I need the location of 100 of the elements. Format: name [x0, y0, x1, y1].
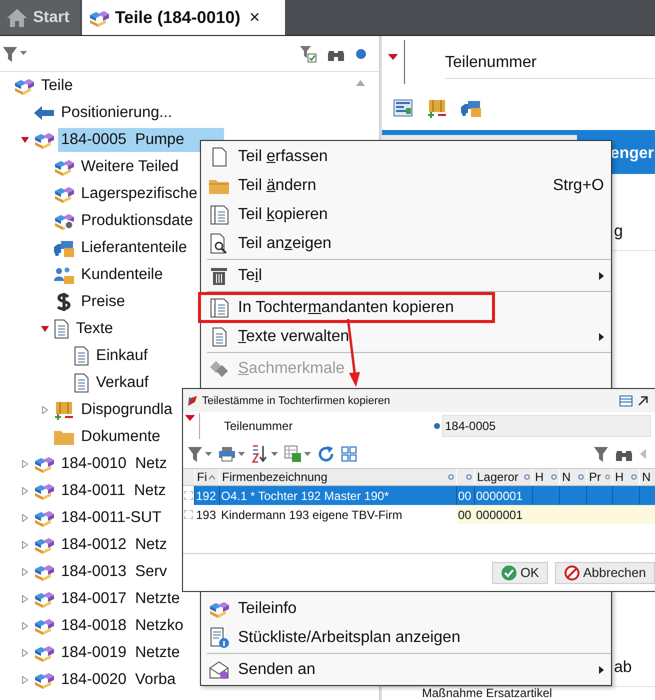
filter-icon	[593, 445, 609, 463]
expand-arrow-icon[interactable]	[21, 676, 29, 684]
box-plus-minus-icon	[426, 98, 448, 118]
tab[interactable]: Teile (184-0010) ×	[82, 0, 285, 35]
export-button[interactable]	[284, 445, 311, 463]
column-header[interactable]: N	[642, 470, 651, 484]
tree-item[interactable]: 184-0010 Netz	[58, 452, 170, 476]
layout-button[interactable]	[341, 446, 357, 462]
flag-icon	[186, 394, 198, 406]
refresh-button[interactable]	[317, 445, 335, 463]
tree-item[interactable]: Einkauf	[93, 344, 151, 368]
tree-item[interactable]: Kundenteile	[78, 262, 166, 286]
expand-arrow-icon[interactable]	[21, 568, 29, 576]
filter-dot-icon[interactable]	[631, 474, 637, 480]
collapse-arrow-icon[interactable]	[41, 324, 49, 332]
tree-item[interactable]: 184-0011 Netz	[58, 478, 169, 502]
caret-icon	[271, 452, 278, 456]
column-header[interactable]: Firmenbezeichnung	[222, 470, 328, 484]
tree-item[interactable]: Lagerspezifische	[78, 182, 200, 206]
expand-arrow-icon[interactable]	[21, 460, 29, 468]
cancel-button[interactable]: Abbrechen	[555, 562, 655, 584]
expand-arrow-icon[interactable]	[21, 648, 29, 656]
filter-dot-icon[interactable]	[524, 474, 530, 480]
menu-item[interactable]: Teil ändern Strg+O	[201, 171, 611, 200]
expand-arrow-icon[interactable]	[21, 622, 29, 630]
expand-arrow-icon[interactable]	[21, 540, 29, 548]
tree-item[interactable]: 184-0011-SUT	[58, 506, 165, 530]
tree-item[interactable]: Positionierung...	[58, 100, 176, 124]
table-cell: 0000001	[476, 488, 523, 502]
field-label: Teilenummer	[445, 54, 655, 79]
filter-dot-icon[interactable]	[551, 474, 557, 480]
expand-arrow-icon[interactable]	[21, 514, 29, 522]
expand-arrow-icon[interactable]	[41, 406, 49, 414]
truck-icon	[53, 238, 75, 256]
left-arrow-icon	[33, 104, 55, 122]
ok-button[interactable]: OK	[492, 562, 548, 584]
dialog-title: Teilestämme in Tochterfirmen kopieren	[202, 394, 390, 406]
maximize-button[interactable]	[637, 394, 649, 406]
filter-dot-icon[interactable]	[448, 474, 454, 480]
scroll-up-icon	[356, 80, 365, 86]
menu-item[interactable]: Teil	[201, 261, 611, 290]
box-plus-minus-icon	[53, 400, 75, 420]
caret-icon	[238, 452, 245, 456]
menu-item[interactable]: Teil kopieren	[201, 200, 611, 229]
menu-item[interactable]: Teil anzeigen	[201, 229, 611, 258]
tree-item[interactable]: Weitere Teiled	[78, 154, 182, 178]
tree-item[interactable]: Dispogrundla	[78, 398, 176, 422]
tree-item[interactable]: Lieferantenteile	[78, 236, 190, 260]
table-row[interactable]: 193 Kindermann 193 eigene TBV-Firm 00 0000001	[183, 505, 655, 524]
tree-item[interactable]: 184-0005 Pumpe	[58, 128, 224, 152]
tab[interactable]: Start	[0, 0, 80, 35]
tree-item[interactable]: 184-0012 Netz	[58, 532, 170, 556]
tree-item[interactable]: Teile	[38, 74, 76, 98]
column-header[interactable]: Pr	[589, 470, 601, 484]
blocks-icon	[33, 590, 55, 608]
dropdown-triangle-icon	[185, 415, 195, 421]
menu-item[interactable]: Senden an	[201, 655, 611, 684]
collapse-arrow-icon[interactable]	[21, 136, 29, 144]
tree-item[interactable]: Preise	[78, 290, 128, 314]
tree-item[interactable]: 184-0013 Serv	[58, 560, 170, 584]
expand-arrow-icon[interactable]	[21, 486, 29, 494]
tree-item[interactable]: Texte	[73, 316, 116, 340]
tree-item[interactable]: Dokumente	[78, 424, 164, 448]
menu-item[interactable]: Teileinfo	[201, 594, 611, 623]
input-field[interactable]: 184-0005	[442, 415, 651, 437]
column-header[interactable]: H	[615, 470, 624, 484]
refresh-icon	[317, 445, 335, 463]
menu-item[interactable]: Stückliste/Arbeitsplan anzeigen	[201, 623, 611, 652]
menu-item[interactable]: In Tochtermandanten kopieren	[201, 293, 611, 322]
blank-page-icon	[210, 146, 228, 166]
sort-button[interactable]	[251, 445, 278, 463]
tree-item[interactable]: 184-0018 Netzko	[58, 614, 186, 638]
filter-button[interactable]	[187, 445, 212, 463]
filter-dot-icon[interactable]	[605, 474, 610, 480]
table-cell: O4.1 * Tochter 192 Master 190*	[221, 488, 389, 502]
table-cell: 193	[196, 508, 216, 522]
expand-arrow-icon[interactable]	[21, 594, 29, 602]
print-button[interactable]	[218, 446, 245, 462]
filter-dot-icon[interactable]	[466, 474, 472, 480]
tree-item[interactable]: Produktionsdate	[78, 208, 196, 232]
filter-button[interactable]	[2, 44, 27, 62]
caret-icon	[304, 452, 311, 456]
table-cell: 0000001	[476, 508, 523, 522]
tree-item[interactable]: 184-0017 Netzte	[58, 586, 183, 610]
diagonal-arrow-icon	[637, 394, 649, 406]
tree-item[interactable]: Verkauf	[93, 370, 152, 394]
table-cell: 00	[458, 488, 472, 502]
table-cell: 192	[196, 488, 216, 502]
filter-dot-icon[interactable]	[578, 474, 584, 480]
blocks-icon	[33, 562, 55, 580]
tree-item[interactable]: 184-0020 Vorba	[58, 668, 179, 692]
menu-item[interactable]: Texte verwalten	[201, 322, 611, 351]
tree-item[interactable]: 184-0019 Netzte	[58, 640, 183, 664]
required-dot-icon	[434, 423, 440, 429]
column-header[interactable]: Lageror	[477, 470, 518, 484]
column-header[interactable]: N	[562, 470, 571, 484]
layout-button[interactable]	[619, 394, 633, 406]
blocks-icon	[33, 482, 55, 500]
column-header[interactable]: Fi	[197, 470, 207, 484]
column-header[interactable]: H	[535, 470, 544, 484]
